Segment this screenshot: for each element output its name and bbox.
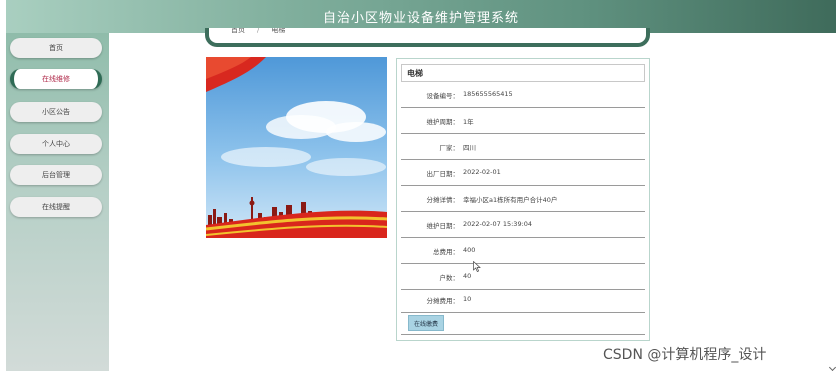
- detail-value: 2022-02-07 15:39:04: [463, 220, 533, 228]
- detail-value: 幸福小区a1栋所有用户合计40户: [463, 196, 558, 204]
- detail-panel: 电梯 设备编号： 185655565415 维护周期： 1年 厂家： 四川 出厂…: [396, 58, 650, 341]
- sidebar-item-announcements[interactable]: 小区公告: [10, 102, 102, 122]
- detail-label: 维护日期：: [426, 222, 460, 230]
- detail-row: 出厂日期： 2022-02-01: [401, 160, 645, 186]
- sidebar: 首页 在线维修 小区公告 个人中心 后台管理 在线提醒: [6, 33, 109, 371]
- detail-value: 10: [463, 295, 472, 303]
- detail-label: 出厂日期：: [426, 170, 460, 178]
- detail-row: 维护周期： 1年: [401, 108, 645, 134]
- action-row: 在线缴费: [401, 313, 645, 335]
- sidebar-item-online-repair[interactable]: 在线维修: [10, 69, 102, 89]
- sidebar-item-personal-center[interactable]: 个人中心: [10, 134, 102, 154]
- detail-row: 分摊费用： 10: [401, 287, 645, 313]
- detail-label: 维护周期：: [426, 118, 460, 126]
- sky-city-flag-image: [206, 57, 387, 238]
- detail-value: 185655565415: [463, 90, 513, 98]
- sidebar-item-label: 在线维修: [42, 75, 70, 83]
- detail-label: 设备编号：: [426, 92, 460, 100]
- mouse-cursor-icon: [473, 261, 481, 272]
- watermark: CSDN @计算机程序_设计: [603, 347, 767, 363]
- detail-label: 分摊费用：: [426, 297, 460, 305]
- detail-value: 400: [463, 246, 476, 254]
- detail-value: 1年: [463, 118, 474, 126]
- sidebar-item-label: 首页: [49, 44, 63, 52]
- app-title: 自治小区物业设备维护管理系统: [322, 11, 519, 26]
- breadcrumb-home-link[interactable]: 首页: [231, 28, 245, 34]
- detail-title: 电梯: [401, 64, 645, 82]
- sidebar-item-admin[interactable]: 后台管理: [10, 165, 102, 185]
- scroll-down-icon[interactable]: [828, 363, 837, 372]
- breadcrumb: 首页 / 电梯: [205, 28, 650, 47]
- sidebar-item-label: 后台管理: [42, 171, 70, 179]
- detail-row: 分摊详情： 幸福小区a1栋所有用户合计40户: [401, 186, 645, 212]
- breadcrumb-current: 电梯: [271, 28, 286, 34]
- detail-row: 厂家： 四川: [401, 134, 645, 160]
- breadcrumb-separator: /: [257, 28, 260, 34]
- detail-value: 40: [463, 272, 472, 280]
- detail-label: 厂家：: [439, 144, 460, 152]
- sidebar-item-label: 个人中心: [42, 140, 70, 148]
- online-payment-button[interactable]: 在线缴费: [408, 315, 444, 331]
- detail-row: 设备编号： 185655565415: [401, 82, 645, 108]
- sidebar-item-label: 小区公告: [42, 108, 70, 116]
- detail-value: 2022-02-01: [463, 168, 501, 176]
- product-image: [206, 57, 387, 238]
- detail-label: 总费用：: [433, 248, 459, 256]
- sidebar-item-reminders[interactable]: 在线提醒: [10, 197, 102, 217]
- detail-label: 分摊详情：: [426, 196, 460, 204]
- sidebar-item-home[interactable]: 首页: [10, 38, 102, 58]
- detail-row: 总费用： 400: [401, 238, 645, 264]
- sidebar-item-label: 在线提醒: [42, 203, 70, 211]
- detail-row: 维护日期： 2022-02-07 15:39:04: [401, 212, 645, 238]
- detail-label: 户数：: [439, 274, 460, 282]
- detail-value: 四川: [463, 144, 476, 152]
